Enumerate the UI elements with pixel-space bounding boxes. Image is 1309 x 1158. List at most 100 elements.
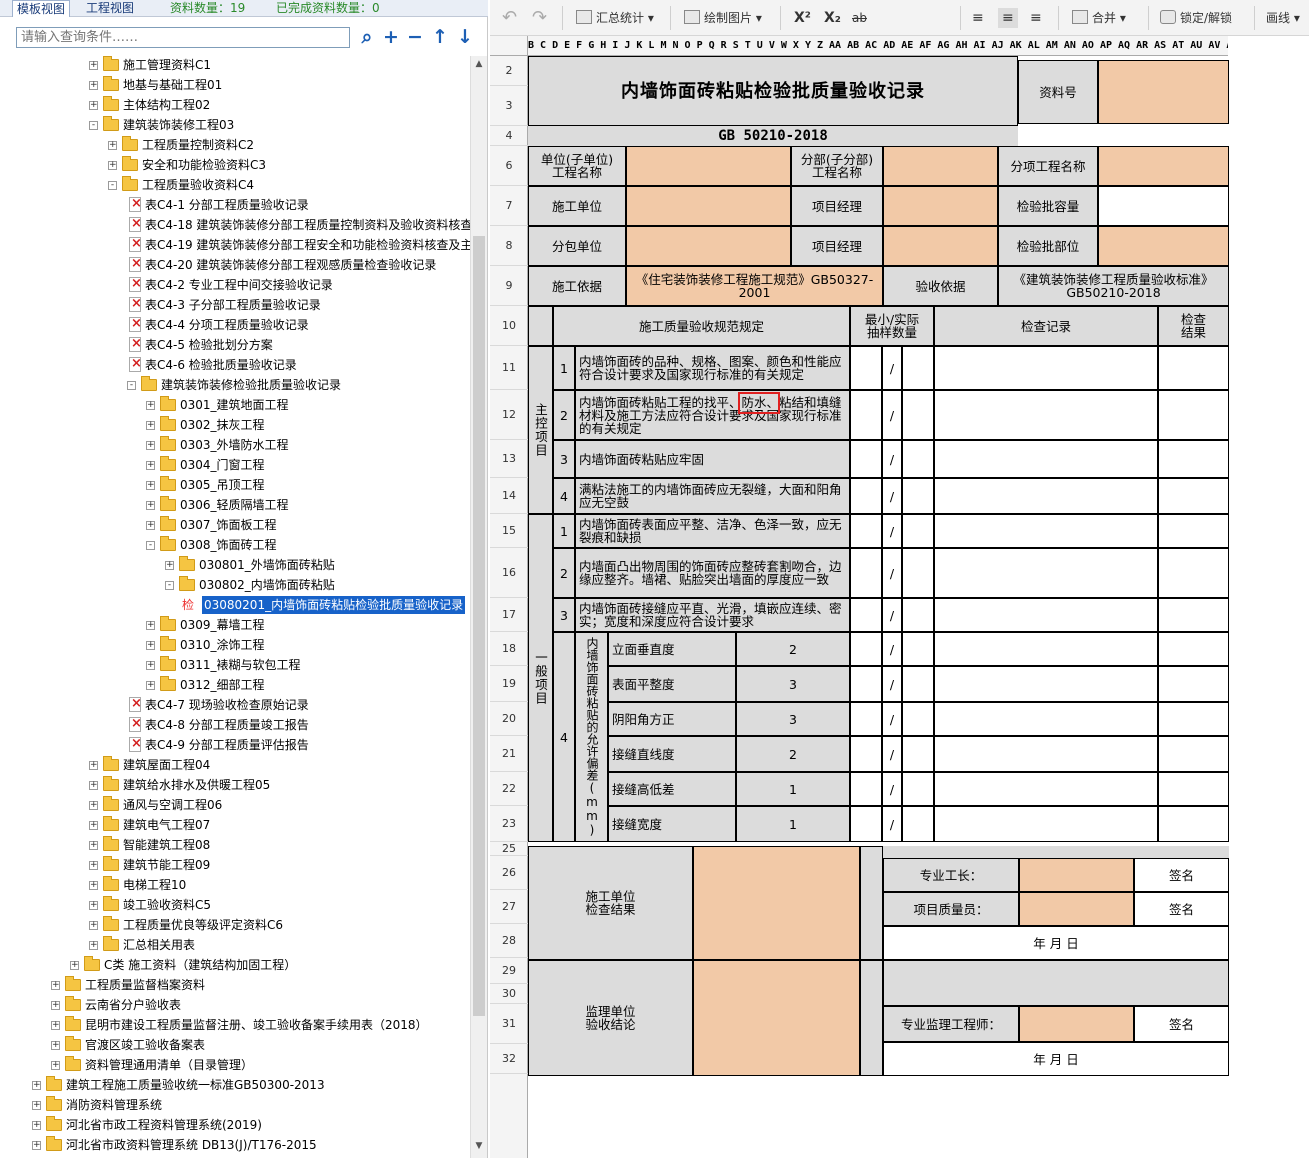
expand-icon[interactable]: + [146,501,155,510]
check-result-input[interactable] [1158,702,1229,736]
tree-item[interactable]: 表C4-9 分部工程质量评估报告 [0,735,470,756]
align-center-icon[interactable]: ≡ [998,8,1018,28]
expand-icon[interactable]: + [32,1101,41,1110]
tab-template-view[interactable]: 模板视图 [12,0,71,17]
unit-project-input[interactable] [626,146,791,186]
expand-icon[interactable]: + [51,1021,60,1030]
row-number[interactable]: 27 [490,890,528,924]
tree-item[interactable]: +0312_细部工程 [0,676,470,696]
check-record-input[interactable] [934,632,1158,666]
tree-item[interactable]: + 工程质量监督档案资料 [0,976,470,996]
check-result-input[interactable] [1158,478,1229,514]
expand-icon[interactable]: + [146,401,155,410]
check-record-input[interactable] [934,772,1158,806]
sample-actual-input[interactable] [902,514,934,548]
expand-icon[interactable]: + [89,921,98,930]
row-number[interactable]: 23 [490,806,528,842]
row-header[interactable]: 2 3 4 6 7 8 9 10 11 12 13 14 15 16 17 18 19 20 21 22 23 25 26 2… [490,56,528,1158]
undo-icon[interactable]: ↶ [502,8,517,28]
expand-icon[interactable]: + [146,681,155,690]
tree-item[interactable]: 检 03080201_内墙饰面砖粘贴检验批质量验收记录 [0,596,470,616]
sample-min-input[interactable] [850,702,882,736]
expand-icon[interactable]: + [108,141,117,150]
expand-icon[interactable]: + [32,1141,41,1150]
check-record-input[interactable] [934,598,1158,632]
tree-item[interactable]: 表C4-18 建筑装饰装修分部工程质量控制资料及验收资料核查 [0,215,470,236]
tree-item[interactable]: +0305_吊顶工程 [0,476,470,496]
expand-icon[interactable]: + [89,941,98,950]
row-number[interactable]: 19 [490,666,528,702]
expand-icon[interactable]: + [89,801,98,810]
search-icon[interactable]: ⌕ [356,26,378,48]
sample-min-input[interactable] [850,736,882,772]
sample-min-input[interactable] [850,346,882,390]
item-project-input[interactable] [1098,146,1229,186]
expand-icon[interactable]: + [108,161,117,170]
row-number[interactable]: 12 [490,390,528,440]
row-number[interactable]: 31 [490,1004,528,1044]
row-number[interactable]: 21 [490,736,528,772]
construction-date[interactable]: 年 月 日 [883,926,1229,960]
foreman-input[interactable] [1019,858,1134,892]
tree-item[interactable]: - 工程质量验收资料C4 [0,176,470,196]
batch-capacity-input[interactable] [1098,186,1229,226]
doc-no-input[interactable] [1098,60,1229,124]
sample-min-input[interactable] [850,440,882,478]
expand-icon[interactable]: + [89,61,98,70]
tree-item[interactable]: - 030802_内墙饰面砖粘贴 [0,576,470,596]
tree-item[interactable]: 表C4-7 现场验收检查原始记录 [0,695,470,716]
expand-icon[interactable]: + [146,441,155,450]
tree-item[interactable]: + C类 施工资料（建筑结构加固工程） [0,956,470,976]
tree-item[interactable]: +0304_门窗工程 [0,456,470,476]
tree-item[interactable]: +0302_抹灰工程 [0,416,470,436]
row-number[interactable]: 25 [490,842,528,856]
sample-actual-input[interactable] [902,736,934,772]
tree-item[interactable]: 表C4-1 分部工程质量验收记录 [0,195,470,216]
expand-icon[interactable]: + [32,1121,41,1130]
row-number[interactable]: 13 [490,440,528,478]
tree-item[interactable]: + 通风与空调工程06 [0,796,470,816]
row-number[interactable]: 16 [490,548,528,598]
foreman-sign[interactable]: 签名 [1134,858,1229,892]
move-up-icon[interactable]: ↑ [429,26,451,48]
column-header[interactable]: B C D E F G H I J K L M N O P Q R S T U … [528,36,1228,56]
check-record-input[interactable] [934,390,1158,440]
expand-icon[interactable]: + [89,881,98,890]
tree-item[interactable]: + 官渡区竣工验收备案表 [0,1036,470,1056]
lock-button[interactable]: 锁定/解锁 [1160,8,1232,28]
tree-item[interactable]: +0310_涂饰工程 [0,636,470,656]
supervision-input[interactable] [693,960,860,1076]
tree-item[interactable]: +0306_轻质隔墙工程 [0,496,470,516]
collapse-icon[interactable]: - [127,381,136,390]
merge-button[interactable]: 合并 ▾ [1072,8,1126,28]
tree-item[interactable]: 表C4-4 分项工程质量验收记录 [0,315,470,336]
check-result-input[interactable] [1158,632,1229,666]
expand-icon[interactable]: + [146,621,155,630]
tree-item[interactable]: + 建筑屋面工程04 [0,756,470,776]
expand-icon[interactable]: + [146,521,155,530]
check-result-input[interactable] [1158,772,1229,806]
expand-icon[interactable]: + [51,1041,60,1050]
check-result-input[interactable] [1158,440,1229,478]
sub-project-input[interactable] [883,146,998,186]
sample-min-input[interactable] [850,806,882,842]
scroll-up-icon[interactable]: ▲ [471,56,487,72]
expand-icon[interactable]: + [89,821,98,830]
check-result-input[interactable] [1158,548,1229,598]
subscript-button[interactable]: X₂ [824,8,841,28]
tree-item[interactable]: +030801_外墙饰面砖粘贴 [0,556,470,576]
strikethrough-button[interactable]: ab [852,8,867,28]
row-number[interactable]: 30 [490,984,528,1004]
tree-item[interactable]: +0307_饰面板工程 [0,516,470,536]
tree-item[interactable]: +0301_建筑地面工程 [0,396,470,416]
supervisor-input[interactable] [1019,1006,1134,1042]
tree-item[interactable]: - 建筑装饰装修检验批质量验收记录 [0,376,470,396]
supervision-date[interactable]: 年 月 日 [883,1042,1229,1076]
sample-actual-input[interactable] [902,548,934,598]
tree-item[interactable]: + 竣工验收资料C5 [0,896,470,916]
supervisor-sign[interactable]: 签名 [1134,1006,1229,1042]
sample-min-input[interactable] [850,548,882,598]
sample-actual-input[interactable] [902,478,934,514]
tree-item[interactable]: + 建筑节能工程09 [0,856,470,876]
expand-icon[interactable]: + [146,461,155,470]
